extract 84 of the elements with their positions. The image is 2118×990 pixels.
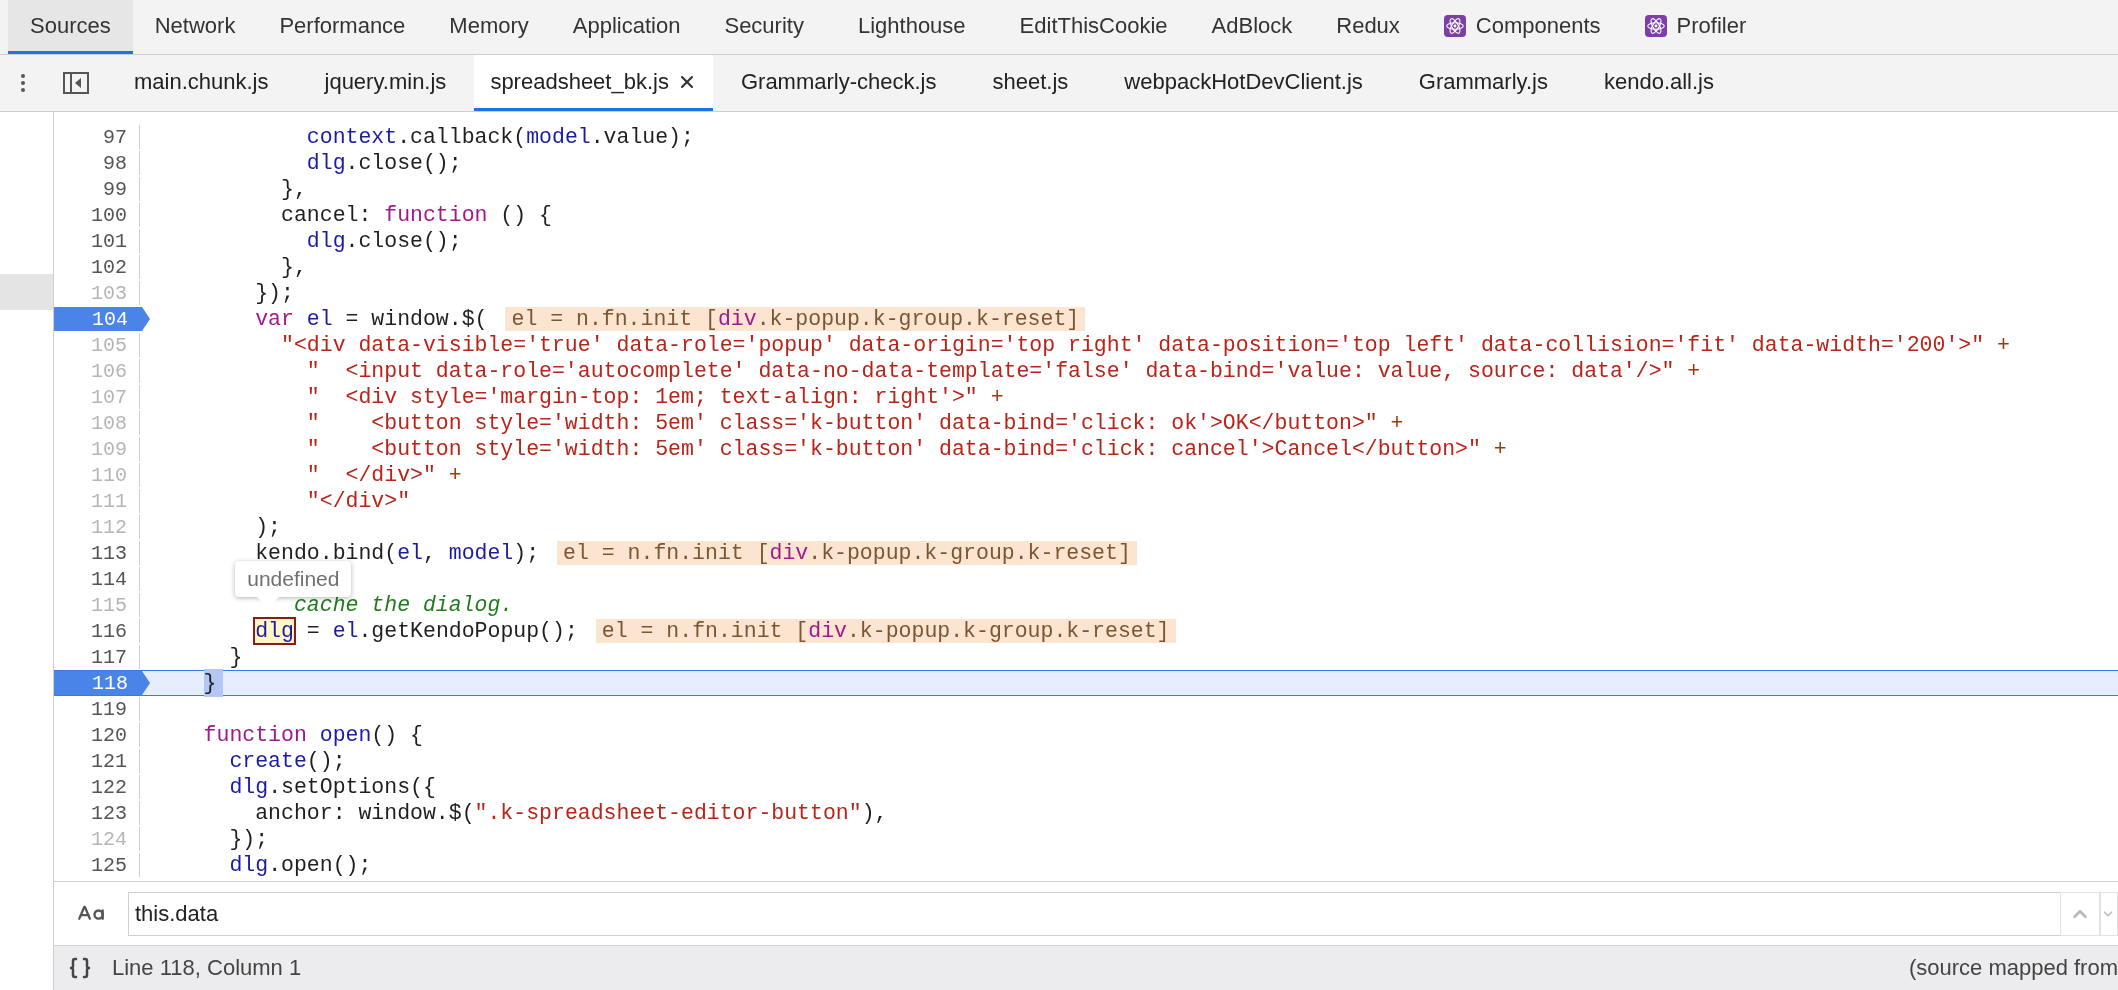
code-text: " </div>" + xyxy=(305,463,462,487)
line-number: 103 xyxy=(91,281,128,305)
line-number: 107 xyxy=(91,385,128,409)
code-text: }); xyxy=(228,827,269,851)
code-text: dlg.close(); xyxy=(305,229,462,253)
panel-tab[interactable]: AdBlock xyxy=(1189,0,1315,54)
line-number: 124 xyxy=(91,827,128,851)
panel-tab[interactable]: Lighthouse xyxy=(825,0,998,54)
line-number: 112 xyxy=(91,515,128,539)
code-text: create(); xyxy=(228,749,346,773)
line-number: 100 xyxy=(91,203,128,227)
code-text: "<div data-visible='true' data-role='popup' data-origin='top right' data-position='top left' data-collision='fit' data-width='200'>" + xyxy=(280,333,2010,357)
inline-value: el = n.fn.init [div.k-popup.k-group.k-reset] xyxy=(557,541,1137,565)
line-number: 111 xyxy=(91,489,128,513)
file-tab[interactable]: jquery.min.js xyxy=(296,55,475,111)
code-text: }); xyxy=(254,281,294,305)
line-number: 99 xyxy=(103,177,128,201)
line-number: 110 xyxy=(91,463,128,487)
code-text: " <button style='width: 5em' class='k-button' data-bind='click: ok'>OK</button>" + xyxy=(305,411,1404,435)
file-tab[interactable]: kendo.all.js xyxy=(1575,55,1742,111)
panel-tab[interactable]: Profiler xyxy=(1622,0,1769,54)
inline-value: el = n.fn.init [div.k-popup.k-group.k-reset] xyxy=(595,619,1176,643)
value-tooltip: undefined xyxy=(235,561,352,597)
panel-tab[interactable]: Components xyxy=(1421,0,1623,54)
code-text: }, xyxy=(280,177,307,201)
code-text: cancel: function () { xyxy=(280,203,552,227)
line-number: 102 xyxy=(91,255,128,279)
search-field[interactable]: this.data xyxy=(128,891,2060,936)
react-icon xyxy=(1443,14,1466,37)
code-text: anchor: window.$(".k-spreadsheet-editor-button"), xyxy=(254,801,888,825)
code-text: var el = window.$( xyxy=(254,307,488,331)
line-number: 119 xyxy=(91,697,128,721)
file-tab[interactable]: spreadsheet_bk.js xyxy=(474,55,713,111)
line-number: 115 xyxy=(91,593,128,617)
panel-tab[interactable]: Sources xyxy=(8,0,133,54)
code-text: dlg.close(); xyxy=(305,151,462,175)
pretty-print-icon[interactable] xyxy=(68,956,92,980)
code-text: " <button style='width: 5em' class='k-button' data-bind='click: cancel'>Cancel</button>" + xyxy=(305,437,1507,461)
panel-tab[interactable]: EditThisCookie xyxy=(997,0,1190,54)
code-text: } xyxy=(152,671,223,695)
sidebar-toggle-icon[interactable] xyxy=(63,72,89,94)
breakpoint-marker[interactable]: 118 xyxy=(54,671,150,695)
code-text: context.callback(model.value); xyxy=(305,125,694,149)
code-text: dlg.setOptions({ xyxy=(228,775,436,799)
code-text: ); xyxy=(254,515,282,539)
breakpoint-marker[interactable]: 104 xyxy=(54,307,150,331)
file-tab[interactable]: Grammarly.js xyxy=(1390,55,1576,111)
cursor-position: Line 118, Column 1 xyxy=(112,955,302,981)
code-text: "</div>" xyxy=(305,489,411,513)
react-icon xyxy=(1644,14,1667,37)
code-text: " <div style='margin-top: 1em; text-align: right'>" + xyxy=(305,385,1004,409)
line-number: 97 xyxy=(103,125,128,149)
panel-tab[interactable]: Network xyxy=(132,0,258,54)
line-number: 120 xyxy=(91,723,128,747)
code-text: dlg.open(); xyxy=(228,853,372,877)
file-tab[interactable]: Grammarly-check.js xyxy=(712,55,965,111)
line-number: 123 xyxy=(91,801,128,825)
file-tab[interactable]: main.chunk.js xyxy=(106,55,297,111)
line-number: 125 xyxy=(91,853,128,877)
line-number: 122 xyxy=(91,775,128,799)
line-number: 108 xyxy=(91,411,128,435)
code-text: " <input data-role='autocomplete' data-no-data-template='false' data-bind='value: value, source: data'/>" + xyxy=(305,359,1701,383)
panel-tab[interactable]: Security xyxy=(702,0,826,54)
panel-tab[interactable]: Performance xyxy=(257,0,428,54)
panel-tab[interactable]: Memory xyxy=(427,0,551,54)
line-number: 106 xyxy=(91,359,128,383)
line-number: 109 xyxy=(91,437,128,461)
file-tab[interactable]: webpackHotDevClient.js xyxy=(1096,55,1391,111)
line-number: 101 xyxy=(91,229,128,253)
source-map-note: (source mapped from xyxy=(1908,955,2118,981)
line-number: 114 xyxy=(91,567,128,591)
code-text: }, xyxy=(280,255,307,279)
code-text: } xyxy=(228,645,243,669)
line-number: 121 xyxy=(91,749,128,773)
line-number: 113 xyxy=(91,541,128,565)
line-number: 98 xyxy=(103,151,128,175)
line-number: 117 xyxy=(91,645,128,669)
inline-value: el = n.fn.init [div.k-popup.k-group.k-reset] xyxy=(505,307,1086,331)
line-number: 105 xyxy=(91,333,128,357)
panel-tab[interactable]: Redux xyxy=(1314,0,1422,54)
code-text: function open() { xyxy=(202,723,423,747)
file-tab[interactable]: sheet.js xyxy=(964,55,1097,111)
line-number: 116 xyxy=(91,619,128,643)
panel-tab[interactable]: Application xyxy=(550,0,703,54)
